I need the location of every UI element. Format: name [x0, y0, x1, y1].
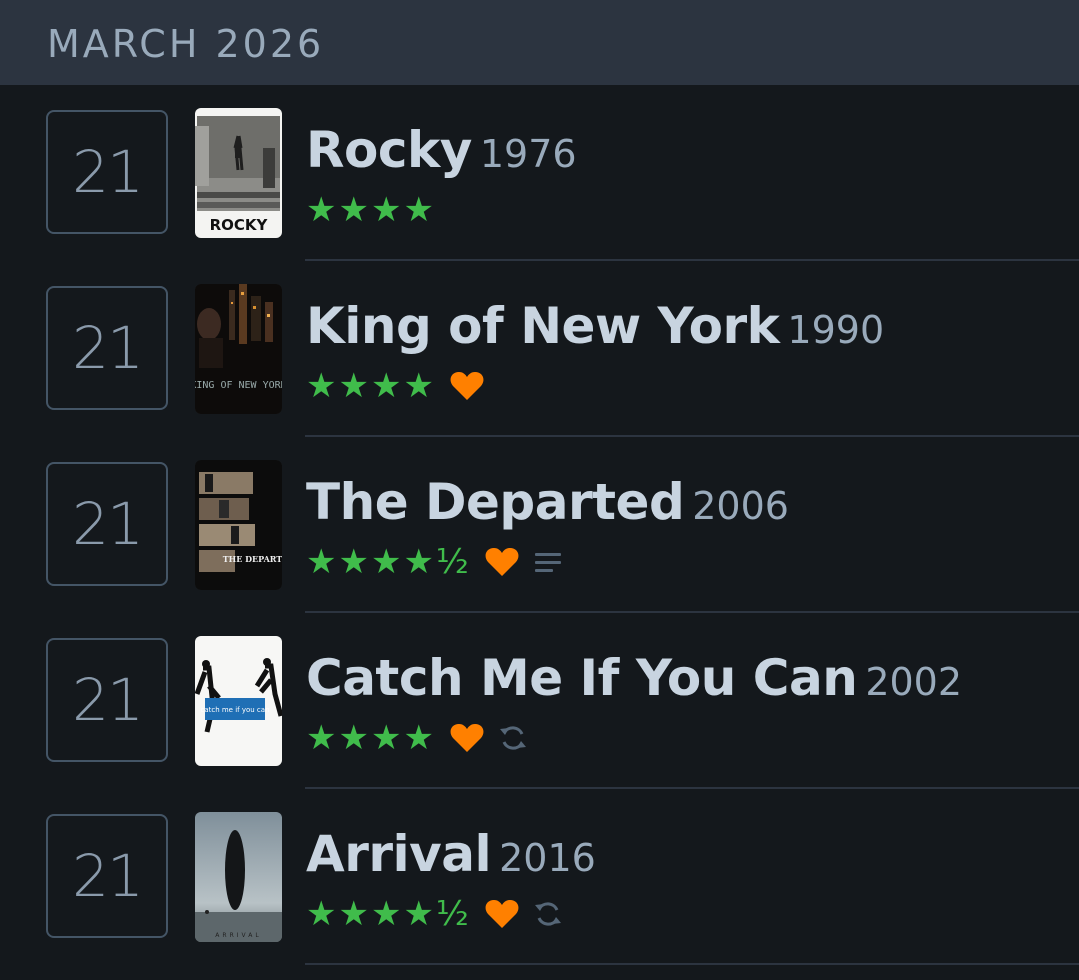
diary-entry: 21 ARRIVAL Arrival 2016 ★★★★½ — [0, 789, 1079, 965]
review-icon[interactable] — [533, 550, 563, 574]
rewatch-icon — [498, 723, 528, 753]
film-year-link[interactable]: 2002 — [865, 660, 962, 704]
film-poster[interactable]: ARRIVAL — [195, 812, 282, 942]
heart-icon — [485, 547, 519, 577]
poster-title-text: KING OF NEW YORK — [195, 380, 282, 391]
film-title-line: King of New York 1990 — [306, 297, 884, 355]
heart-icon — [450, 723, 484, 753]
film-year-link[interactable]: 1990 — [787, 308, 884, 352]
film-year-link[interactable]: 2006 — [692, 484, 789, 528]
day-link[interactable]: 21 — [46, 110, 168, 234]
poster-title-text: THE DEPARTED — [223, 554, 282, 564]
star-rating: ★★★★ — [306, 190, 436, 230]
rewatch-icon — [533, 899, 563, 929]
diary-entry: 21 ROCKY Rocky 1976 ★★★★ — [0, 85, 1079, 261]
film-title-link[interactable]: Rocky — [306, 121, 472, 179]
entry-meta: ★★★★ — [306, 718, 528, 758]
diary-entry: 21 KING OF NEW YORK King of New York 1990… — [0, 261, 1079, 437]
entry-meta: ★★★★ — [306, 366, 484, 406]
heart-icon — [450, 371, 484, 401]
film-title-line: Catch Me If You Can 2002 — [306, 649, 962, 707]
diary-list: 21 ROCKY Rocky 1976 ★★★★ 21 KING OF NEW … — [0, 85, 1079, 980]
film-title-link[interactable]: Catch Me If You Can — [306, 649, 858, 707]
film-poster[interactable]: ROCKY — [195, 108, 282, 238]
film-poster[interactable]: KING OF NEW YORK — [195, 284, 282, 414]
diary-entry: 21 catch me if you can Catch Me If You C… — [0, 613, 1079, 789]
star-rating: ★★★★½ — [306, 542, 471, 582]
film-title-line: The Departed 2006 — [306, 473, 789, 531]
day-link[interactable]: 21 — [46, 286, 168, 410]
day-link[interactable]: 21 — [46, 638, 168, 762]
film-title-line: Rocky 1976 — [306, 121, 577, 179]
film-poster[interactable]: THE DEPARTED — [195, 460, 282, 590]
entry-meta: ★★★★ — [306, 190, 436, 230]
day-link[interactable]: 21 — [46, 814, 168, 938]
film-year-link[interactable]: 1976 — [480, 132, 577, 176]
month-header: MARCH 2026 — [0, 0, 1079, 85]
day-link[interactable]: 21 — [46, 462, 168, 586]
heart-icon — [485, 899, 519, 929]
star-rating: ★★★★½ — [306, 894, 471, 934]
poster-title-text: catch me if you can — [200, 706, 269, 714]
month-label: MARCH 2026 — [47, 22, 325, 66]
poster-title-text: ARRIVAL — [215, 932, 261, 939]
divider — [305, 963, 1079, 965]
star-rating: ★★★★ — [306, 366, 436, 406]
film-poster[interactable]: catch me if you can — [195, 636, 282, 766]
film-title-line: Arrival 2016 — [306, 825, 596, 883]
film-year-link[interactable]: 2016 — [499, 836, 596, 880]
film-title-link[interactable]: The Departed — [306, 473, 685, 531]
film-title-link[interactable]: Arrival — [306, 825, 492, 883]
diary-entry: 21 THE DEPARTED The Departed2006 ★★★★½ — [0, 437, 1079, 613]
film-title-link[interactable]: King of New York — [306, 297, 780, 355]
poster-title-text: ROCKY — [210, 216, 269, 234]
entry-meta: ★★★★½ — [306, 542, 563, 582]
entry-meta: ★★★★½ — [306, 894, 563, 934]
star-rating: ★★★★ — [306, 718, 436, 758]
